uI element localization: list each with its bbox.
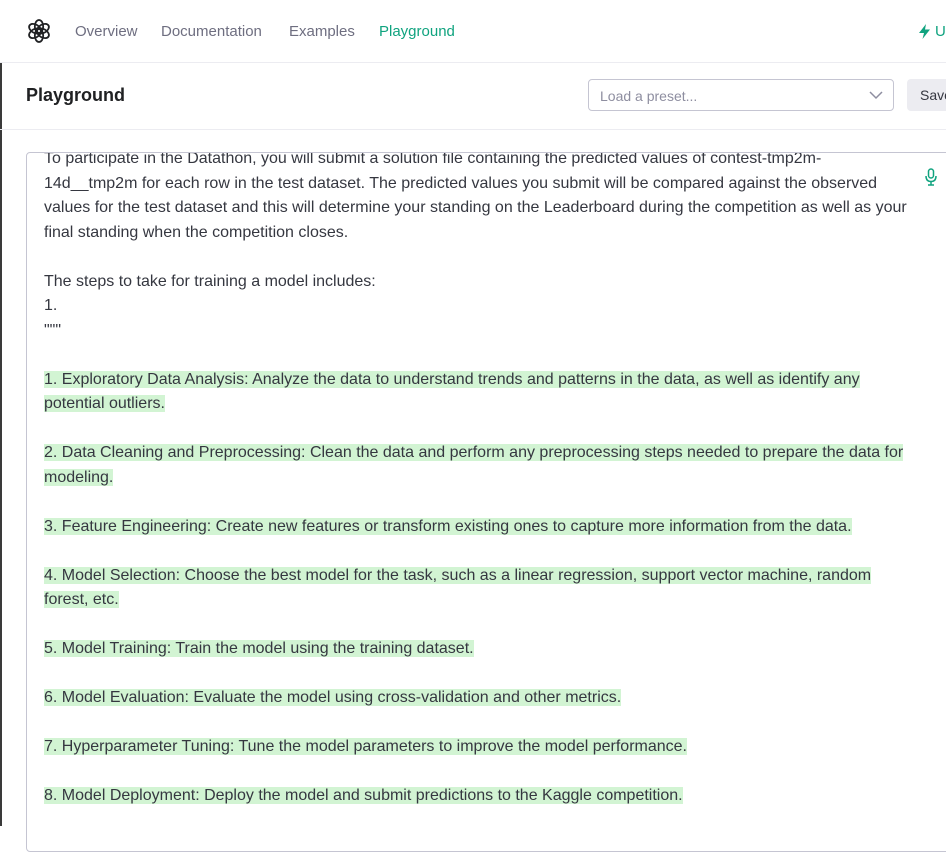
chevron-down-icon [869,91,883,100]
completion-line: 2. Data Cleaning and Preprocessing: Clea… [44,444,904,486]
completion-line: 4. Model Selection: Choose the best mode… [44,566,872,608]
preset-select[interactable]: Load a preset... [588,79,894,111]
top-navigation: Overview Documentation Examples Playgrou… [0,0,946,63]
openai-logo-icon[interactable] [26,18,52,44]
prompt-editor[interactable]: To participate in the Datathon, you will… [26,152,946,852]
prompt-line: The steps to take for training a model i… [44,272,376,290]
upgrade-link[interactable]: U [918,23,946,40]
prompt-line: """ [44,321,62,339]
preset-placeholder: Load a preset... [600,88,698,104]
lightning-icon [919,24,930,39]
completion-line: 5. Model Training: Train the model using… [44,640,474,657]
prompt-line: To participate in the Datathon, you will… [44,152,907,241]
completion-line: 1. Exploratory Data Analysis: Analyze th… [44,370,860,412]
upgrade-label: U [935,23,946,40]
save-button[interactable]: Save [907,79,946,111]
editor-text: To participate in the Datathon, you will… [44,152,914,809]
nav-link-examples[interactable]: Examples [289,23,355,40]
prompt-line: 1. [44,297,58,314]
completion-line: 7. Hyperparameter Tuning: Tune the model… [44,738,687,755]
completion-line: 3. Feature Engineering: Create new featu… [44,517,852,535]
nav-link-overview[interactable]: Overview [75,23,138,40]
nav-link-playground[interactable]: Playground [379,23,455,40]
completion-line: 6. Model Evaluation: Evaluate the model … [44,689,622,706]
nav-link-documentation[interactable]: Documentation [161,23,262,40]
page-title: Playground [26,85,126,105]
microphone-icon[interactable] [925,168,937,186]
completion-line: 8. Model Deployment: Deploy the model an… [44,787,683,804]
playground-header: Playground Load a preset... Save [0,63,946,130]
save-button-label: Save [920,87,946,103]
